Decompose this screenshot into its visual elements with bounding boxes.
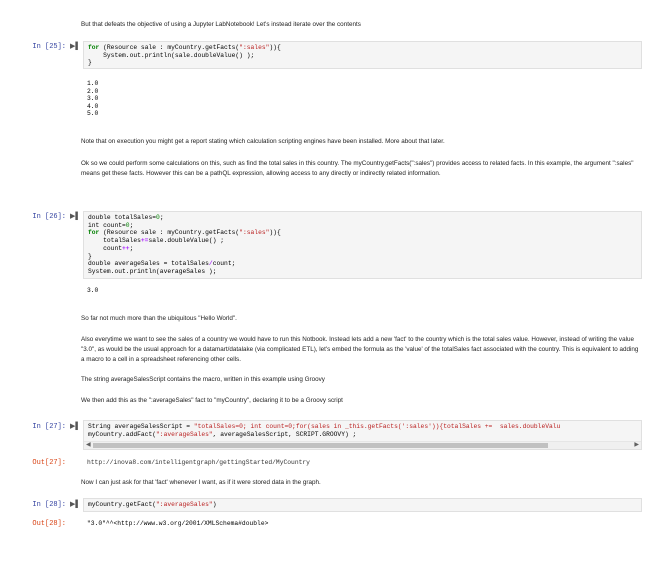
run-indicator-icon[interactable]: ▶▌ bbox=[70, 213, 80, 221]
output-prompt-28: Out[28]: bbox=[32, 520, 66, 528]
run-indicator-icon[interactable]: ▶▌ bbox=[70, 423, 80, 431]
code-token: ; bbox=[129, 221, 134, 229]
code-line: myCountry.getFact(":averageSales") bbox=[88, 501, 637, 509]
code-token: for bbox=[88, 229, 100, 237]
code-line: double averageSales = totalSales/count; bbox=[88, 260, 637, 268]
code-token: } bbox=[88, 59, 92, 67]
code-token: count; bbox=[212, 260, 236, 268]
output-line: 3.0 bbox=[87, 95, 99, 103]
code-line: } bbox=[88, 59, 637, 67]
code-token: , averageSalesScript, SCRIPT.GROOVY) ; bbox=[212, 430, 357, 438]
output-25: 1.0 2.0 3.0 4.0 5.0 bbox=[87, 80, 98, 118]
code-token: (Resource sale : myCountry.getFacts( bbox=[99, 44, 240, 51]
code-token: totalSales bbox=[88, 237, 141, 245]
code-token: ":sales" bbox=[239, 44, 270, 51]
code-token: (Resource sale : myCountry.getFacts( bbox=[99, 229, 240, 237]
code-token: ":averageSales" bbox=[156, 430, 213, 438]
output-line: 4.0 bbox=[87, 102, 99, 110]
markdown-fact-explanation: Also everytime we want to see the sales … bbox=[81, 336, 639, 363]
output-line: 5.0 bbox=[87, 110, 99, 118]
code-token: count bbox=[88, 244, 123, 252]
input-prompt-26: In [26]: bbox=[32, 213, 66, 221]
code-line: myCountry.addFact(":averageSales", avera… bbox=[88, 431, 637, 439]
code-line: count++; bbox=[88, 245, 637, 253]
markdown-ask-fact: Now I can just ask for that 'fact' whene… bbox=[81, 479, 321, 486]
code-cell-28[interactable]: myCountry.getFact(":averageSales") bbox=[83, 498, 642, 512]
run-indicator-icon[interactable]: ▶▌ bbox=[70, 501, 80, 509]
code-cell-26[interactable]: double totalSales=0; int count=0; for (Res… bbox=[83, 211, 642, 279]
input-prompt-27: In [27]: bbox=[32, 423, 66, 431]
code-token: )){ bbox=[269, 229, 281, 237]
code-token: System.out.println(sale.doubleValue() ); bbox=[88, 51, 255, 59]
code-token: ++ bbox=[122, 244, 130, 252]
code-cell-25[interactable]: for (Resource sale : myCountry.getFacts(… bbox=[83, 41, 642, 69]
output-line: 1.0 bbox=[87, 80, 99, 87]
code-token: for bbox=[88, 44, 100, 51]
markdown-intro: But that defeats the objective of using … bbox=[81, 21, 361, 28]
code-token: int count= bbox=[88, 221, 126, 229]
output-28: "3.0"^^<http://www.w3.org/2001/XMLSchema… bbox=[87, 520, 269, 527]
code-token: System.out.println(averageSales ); bbox=[88, 267, 217, 275]
code-token: sale.doubleValue() ; bbox=[148, 237, 225, 245]
code-token: myCountry.addFact( bbox=[88, 430, 157, 438]
code-line: } bbox=[88, 253, 637, 261]
code-token: ":averageSales" bbox=[156, 501, 213, 508]
markdown-hello-world: So far not much more than the ubiquitous… bbox=[81, 315, 237, 322]
markdown-groovy-macro: The string averageSalesScript contains t… bbox=[81, 376, 325, 383]
code-line: String averageSalesScript = "totalSales=… bbox=[88, 423, 637, 431]
code-token: myCountry.getFact( bbox=[88, 501, 157, 508]
code-token: double totalSales= bbox=[88, 214, 157, 221]
code-token: } bbox=[88, 252, 92, 260]
input-prompt-25: In [25]: bbox=[32, 43, 66, 51]
code-line: double totalSales=0; bbox=[88, 214, 637, 222]
markdown-add-fact: We then add this as the ":averageSales" … bbox=[81, 397, 343, 404]
output-26: 3.0 bbox=[87, 287, 98, 295]
output-27: http://inova8.com/intelligentgraph/getti… bbox=[87, 459, 310, 466]
run-indicator-icon[interactable]: ▶▌ bbox=[70, 43, 80, 51]
code-token: String averageSalesScript = bbox=[88, 423, 194, 430]
code-line: for (Resource sale : myCountry.getFacts(… bbox=[88, 44, 637, 52]
code-token: ; bbox=[129, 244, 134, 252]
input-prompt-28: In [28]: bbox=[32, 501, 66, 509]
code-line: System.out.println(averageSales ); bbox=[88, 268, 637, 276]
code-line: System.out.println(sale.doubleValue() ); bbox=[88, 52, 637, 60]
code-token: ) bbox=[212, 501, 217, 508]
scrollbar-thumb[interactable] bbox=[93, 443, 548, 448]
code-token: ":sales" bbox=[239, 229, 270, 237]
code-token: )){ bbox=[269, 44, 281, 51]
output-line: 3.0 bbox=[87, 287, 99, 294]
code-line: totalSales+=sale.doubleValue() ; bbox=[88, 237, 637, 245]
output-prompt-27: Out[27]: bbox=[32, 459, 66, 467]
horizontal-scrollbar[interactable]: ◀ ▶ bbox=[84, 441, 641, 449]
code-line: for (Resource sale : myCountry.getFacts(… bbox=[88, 229, 637, 237]
markdown-note: Note that on execution you might get a r… bbox=[81, 138, 445, 145]
markdown-calculations: Ok so we could perform some calculations… bbox=[81, 160, 634, 177]
code-token: ; bbox=[159, 214, 164, 221]
code-token: double averageSales = totalSales bbox=[88, 260, 209, 268]
code-line: int count=0; bbox=[88, 222, 637, 230]
arrow-left-icon[interactable]: ◀ bbox=[86, 441, 91, 448]
code-token: "totalSales=0; int count=0;for(sales in … bbox=[193, 423, 561, 430]
arrow-right-icon[interactable]: ▶ bbox=[634, 441, 639, 448]
output-line: 2.0 bbox=[87, 87, 99, 95]
